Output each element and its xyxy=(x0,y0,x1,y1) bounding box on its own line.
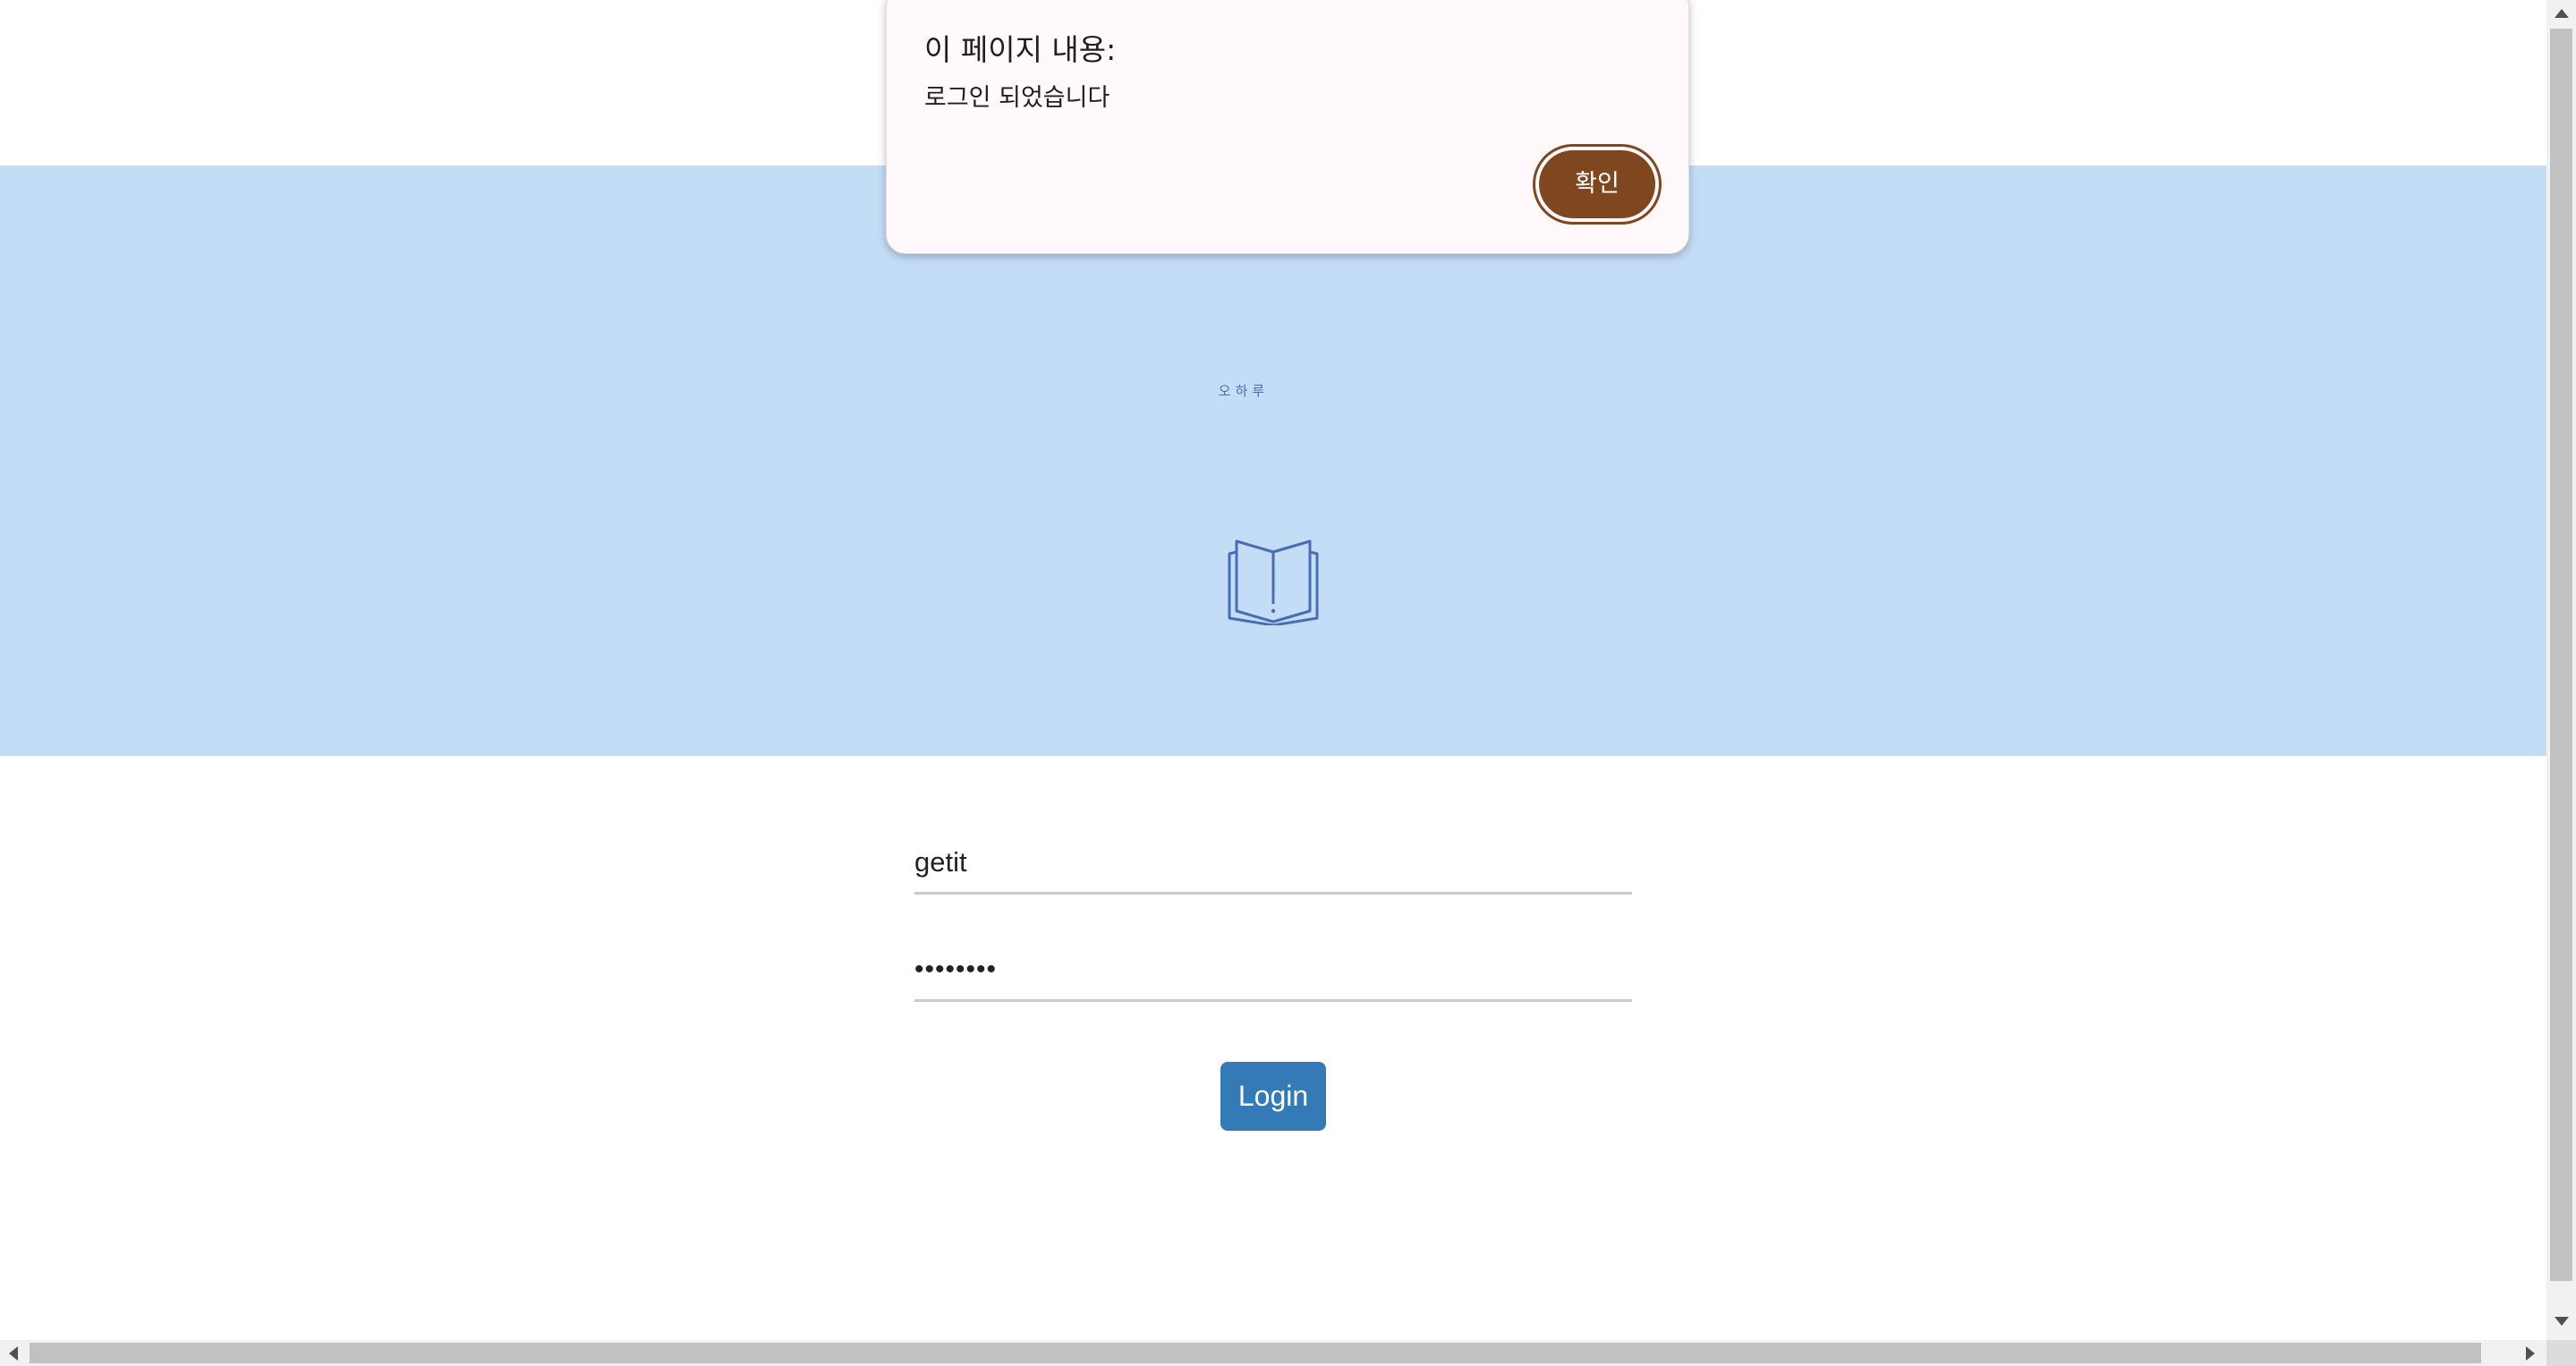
dialog-title: 이 페이지 내용: xyxy=(924,32,1117,67)
arrow-down-icon[interactable] xyxy=(2555,1317,2569,1326)
vertical-scrollbar[interactable] xyxy=(2546,0,2576,1340)
username-value: getit xyxy=(914,846,967,878)
horizontal-scroll-thumb[interactable] xyxy=(30,1343,2481,1363)
dialog-ok-button[interactable]: 확인 xyxy=(1533,144,1662,225)
open-book-icon xyxy=(1228,539,1319,625)
dialog-message: 로그인 되었습니다 xyxy=(924,84,1110,112)
dialog-ok-label: 확인 xyxy=(1539,150,1655,218)
hero-banner xyxy=(0,165,2546,756)
password-field[interactable]: •••••••• xyxy=(914,950,1632,1002)
horizontal-scrollbar[interactable] xyxy=(0,1340,2546,1366)
arrow-right-icon[interactable] xyxy=(2526,1346,2535,1361)
alert-dialog: 이 페이지 내용: 로그인 되었습니다 확인 xyxy=(886,0,1689,254)
arrow-left-icon[interactable] xyxy=(9,1346,18,1361)
scrollbar-corner xyxy=(2546,1340,2576,1366)
username-field[interactable]: getit xyxy=(914,843,1632,895)
vertical-scroll-thumb[interactable] xyxy=(2550,29,2572,1281)
site-logo-text: 오하루 xyxy=(1218,383,1270,399)
page-viewport: 오하루 getit •••••••• Login 이 페이지 내용: 로그인 되… xyxy=(0,0,2546,1340)
arrow-up-icon[interactable] xyxy=(2555,9,2569,18)
password-value: •••••••• xyxy=(914,955,998,984)
login-button[interactable]: Login xyxy=(1220,1062,1326,1131)
